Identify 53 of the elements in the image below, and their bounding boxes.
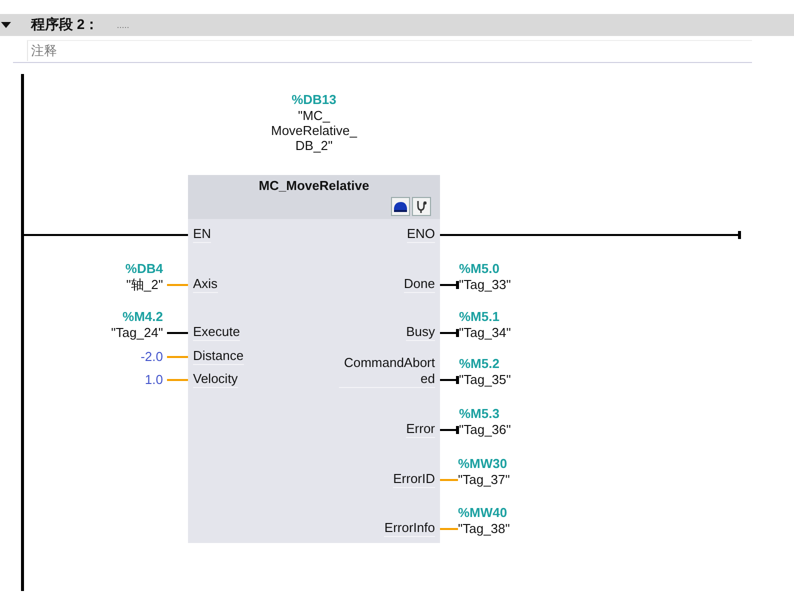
value-wire [440, 478, 458, 481]
operand-address: %MW30 [458, 456, 508, 472]
value-wire [167, 284, 188, 286]
operand-address: %M5.3 [459, 406, 500, 422]
title-comment[interactable]: ..... [116, 20, 130, 30]
bool-wire [440, 428, 456, 431]
instance-address: %DB13 [292, 92, 336, 108]
tag-name: "Tag_37" [458, 472, 510, 488]
wire-end [456, 426, 459, 434]
bool-wire [440, 284, 456, 286]
input-pin: Axis [193, 276, 218, 293]
dome-icon[interactable] [391, 197, 410, 216]
input-pin: Distance [193, 348, 244, 365]
network-title: 程序段 2： [31, 16, 99, 34]
bool-wire [167, 332, 188, 334]
input-pin: Execute [193, 324, 240, 341]
input-pin: EN [193, 226, 212, 243]
output-pin: ErrorInfo [384, 520, 435, 537]
tag-name: "Tag_36" [459, 422, 511, 438]
tag-name: "Tag_34" [459, 325, 511, 341]
operand-address: %M4.2 [122, 309, 163, 325]
wire-end [456, 281, 459, 289]
value-wire [440, 528, 458, 530]
operand-address: %M5.1 [459, 309, 500, 325]
input-pin: Velocity [193, 371, 238, 388]
bool-wire [440, 378, 456, 381]
bool-wire [440, 332, 456, 334]
output-pin: CommandAborted [339, 355, 435, 388]
tag-name: "Tag_33" [459, 277, 511, 293]
tag-name: "轴_2" [126, 277, 163, 293]
tag-name: "Tag_38" [458, 521, 510, 537]
output-pin: Busy [406, 324, 435, 341]
output-pin: Done [404, 276, 435, 293]
tag-name: "Tag_24" [111, 325, 163, 341]
constant-value: -2.0 [140, 349, 163, 365]
output-pin: Error [406, 421, 435, 438]
value-wire [167, 378, 188, 381]
stethoscope-icon[interactable] [412, 197, 431, 216]
operand-address: %MW40 [458, 505, 508, 521]
output-pin: ENO [406, 226, 435, 243]
constant-value: 1.0 [144, 372, 163, 388]
comment-field[interactable]: 注释 [27, 40, 752, 61]
wire-end [738, 231, 741, 239]
operand-address: %M5.0 [459, 261, 500, 277]
output-pin: ErrorID [393, 471, 435, 488]
operand-address: %M5.2 [459, 356, 500, 372]
instance-name: "MC_ MoveRelative_ DB_2" [271, 108, 357, 153]
value-wire [167, 356, 188, 358]
wire-end [456, 329, 459, 337]
block-title: MC_MoveRelative [258, 178, 370, 193]
wire-end [456, 376, 459, 384]
tag-name: "Tag_35" [459, 372, 511, 388]
operand-address: %DB4 [125, 261, 163, 277]
